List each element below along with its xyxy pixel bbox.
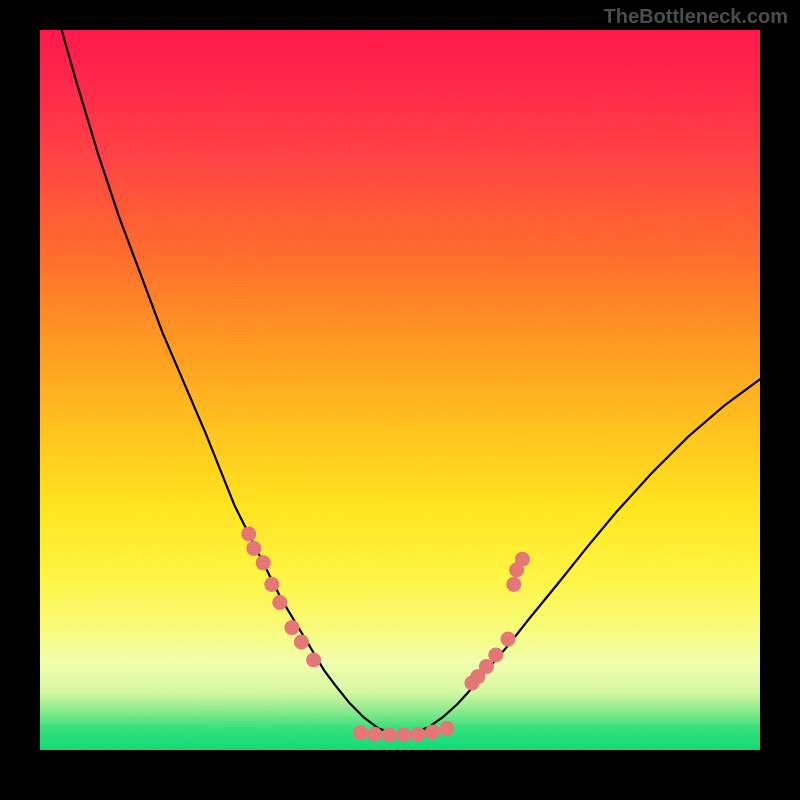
data-point [246,541,261,556]
data-point [264,577,279,592]
curve-layer [0,0,800,800]
data-point [241,527,256,542]
curve-right [400,379,760,735]
data-point [501,632,516,647]
data-point [272,595,287,610]
data-point [515,552,530,567]
data-point [479,659,494,674]
data-point [353,725,368,740]
curve-left [62,30,400,735]
data-point [411,727,426,742]
data-dots-left [241,527,454,743]
data-point [285,620,300,635]
data-point [439,721,454,736]
data-point [382,727,397,742]
data-point [506,577,521,592]
data-point [488,648,503,663]
data-point [367,727,382,742]
data-point [425,725,440,740]
watermark: TheBottleneck.com [604,6,788,29]
data-point [306,653,321,668]
data-point [294,635,309,650]
data-point [256,555,271,570]
data-dots-right [465,552,530,691]
data-point [396,727,411,742]
